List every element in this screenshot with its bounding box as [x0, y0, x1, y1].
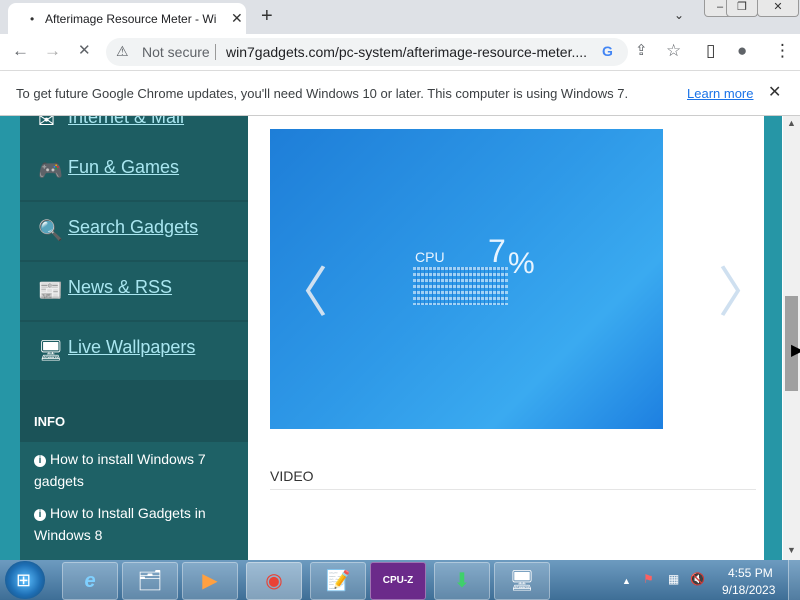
cpu-label: CPU	[415, 249, 445, 265]
tab-active[interactable]: • Afterimage Resource Meter - Wi ✕	[8, 3, 246, 34]
tab-close-icon[interactable]: ✕	[231, 10, 243, 27]
monitor-icon: 🖥	[38, 340, 64, 362]
taskbar-notepad-icon[interactable]: 📝	[310, 562, 366, 600]
side-panel-icon[interactable]: ▯	[706, 41, 715, 61]
taskbar-remote-desktop-icon[interactable]: 🖥	[494, 562, 550, 600]
start-button[interactable]: ⊞	[5, 561, 45, 599]
tab-title: Afterimage Resource Meter - Wi	[45, 12, 217, 26]
taskbar-media-player-icon[interactable]: ▶	[182, 562, 238, 600]
sidebar-item-label[interactable]: News & RSS	[68, 277, 172, 298]
bookmark-star-icon[interactable]: ☆	[666, 41, 681, 61]
cpu-unit: %	[508, 247, 535, 280]
newspaper-icon: 📰	[38, 280, 63, 302]
mail-icon: ✉	[38, 116, 55, 132]
video-divider	[270, 489, 756, 490]
sidebar-item-label[interactable]: Fun & Games	[68, 157, 179, 178]
close-window-button[interactable]: ✕	[757, 0, 799, 17]
warning-icon[interactable]: ⚠	[116, 43, 129, 60]
update-infobar: To get future Google Chrome updates, you…	[0, 71, 800, 116]
learn-more-link[interactable]: Learn more	[687, 86, 753, 101]
network-icon[interactable]: ▦	[668, 572, 679, 586]
info-link-label[interactable]: How to Install Gadgets in Windows 8	[34, 505, 206, 543]
sidebar-item-fun-games[interactable]: 🎮 Fun & Games	[20, 142, 248, 200]
info-heading: INFO	[34, 414, 66, 429]
slider-prev-icon[interactable]: 〈	[274, 248, 328, 327]
sidebar-item-live-wallpapers[interactable]: 🖥 Live Wallpapers	[20, 322, 248, 380]
info-link-label[interactable]: How to install Windows 7 gadgets	[34, 451, 206, 489]
sidebar-item-search-gadgets[interactable]: 🔍 Search Gadgets	[20, 202, 248, 260]
gadget-screenshot-slider: CPU 7 %	[270, 129, 663, 429]
sidebar: ✉ Internet & Mail 🎮 Fun & Games 🔍 Search…	[20, 116, 248, 560]
profile-icon[interactable]: ●	[737, 41, 747, 61]
tab-bar: • Afterimage Resource Meter - Wi ✕ + ⌄ –…	[0, 0, 800, 34]
windows-logo-icon: ⊞	[16, 570, 32, 590]
video-heading: VIDEO	[270, 468, 314, 484]
mouse-cursor-icon: ▶	[791, 342, 800, 359]
address-bar[interactable]: ⚠ Not secure win7gadgets.com/pc-system/a…	[106, 38, 628, 66]
sidebar-item-news-rss[interactable]: 📰 News & RSS	[20, 262, 248, 320]
taskbar-internet-explorer-icon[interactable]: e	[62, 562, 118, 600]
gamepad-icon: 🎮	[38, 160, 63, 182]
infobar-message: To get future Google Chrome updates, you…	[16, 86, 629, 101]
page-scrollbar[interactable]: ▲ ▼	[783, 116, 800, 560]
stop-loading-icon[interactable]: ✕	[78, 41, 91, 59]
taskbar-installer-icon[interactable]: ⬇	[434, 562, 490, 600]
show-desktop-button[interactable]	[788, 560, 800, 600]
page-border-left	[0, 116, 20, 560]
taskbar-file-explorer-icon[interactable]: 🗂	[122, 562, 178, 600]
volume-muted-icon[interactable]: 🔇	[690, 572, 705, 586]
taskbar-cpuz-icon[interactable]: CPU-Z	[370, 562, 426, 600]
forward-icon[interactable]: →	[44, 41, 61, 61]
sidebar-item-label[interactable]: Search Gadgets	[68, 217, 198, 238]
menu-icon[interactable]: ⋮	[774, 41, 791, 61]
sidebar-item-label[interactable]: Live Wallpapers	[68, 337, 195, 358]
clock-time[interactable]: 4:55 PM	[728, 566, 773, 580]
web-page: ✉ Internet & Mail 🎮 Fun & Games 🔍 Search…	[0, 116, 800, 560]
taskbar-chrome-icon[interactable]: ◉	[246, 562, 302, 600]
infobar-close-icon[interactable]: ✕	[768, 82, 781, 102]
tray-expand-icon[interactable]: ▲	[622, 576, 631, 586]
info-icon: i	[34, 509, 46, 521]
cpu-meter-bars-grid	[413, 267, 508, 305]
url-text[interactable]: win7gadgets.com/pc-system/afterimage-res…	[226, 44, 591, 60]
windows-taskbar: ⊞ e 🗂 ▶ ◉ 📝 CPU-Z ⬇ 🖥 ▲ ⚑ ▦ 🔇 4:55 PM 9/…	[0, 560, 800, 600]
restore-button[interactable]: ❐	[726, 0, 758, 17]
info-link-install-win8[interactable]: i How to Install Gadgets in Windows 8	[34, 502, 234, 546]
action-center-flag-icon[interactable]: ⚑	[643, 572, 654, 586]
tab-search-icon[interactable]: ⌄	[674, 8, 684, 22]
clock-date[interactable]: 9/18/2023	[722, 583, 775, 597]
sidebar-item-label[interactable]: Internet & Mail	[68, 116, 184, 128]
scroll-up-icon[interactable]: ▲	[787, 118, 796, 128]
info-icon: i	[34, 455, 46, 467]
share-icon[interactable]: ⇪	[635, 41, 648, 59]
google-lens-icon[interactable]: G	[602, 43, 613, 59]
back-icon[interactable]: ←	[12, 41, 29, 61]
page-border-right	[764, 116, 782, 560]
browser-toolbar: ← → ✕ ⚠ Not secure win7gadgets.com/pc-sy…	[0, 34, 800, 71]
info-link-install-win7[interactable]: i How to install Windows 7 gadgets	[34, 448, 234, 492]
search-icon: 🔍	[38, 220, 63, 242]
cpu-value: 7	[488, 233, 506, 269]
info-panel: i How to install Windows 7 gadgets i How t…	[20, 442, 248, 560]
scroll-down-icon[interactable]: ▼	[787, 545, 796, 555]
tab-loading-indicator: •	[30, 12, 35, 26]
omnibox-separator	[215, 44, 216, 60]
new-tab-button[interactable]: +	[261, 5, 273, 28]
security-status[interactable]: Not secure	[142, 44, 210, 60]
